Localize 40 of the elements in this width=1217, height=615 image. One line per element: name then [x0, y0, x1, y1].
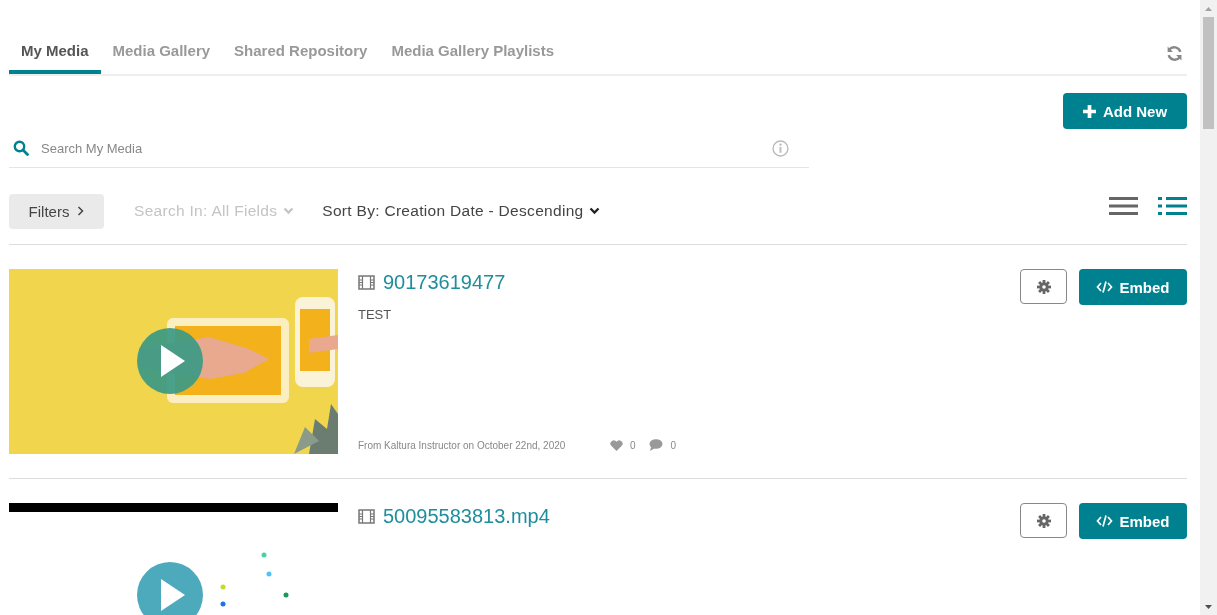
- scrollbar-thumb[interactable]: [1203, 17, 1214, 129]
- gear-icon: [1036, 279, 1051, 294]
- heart-icon[interactable]: [609, 439, 623, 451]
- scroll-up-icon[interactable]: [1205, 6, 1212, 11]
- code-icon: [1096, 281, 1114, 293]
- film-icon: [358, 509, 375, 524]
- embed-button[interactable]: Embed: [1079, 503, 1187, 539]
- refresh-icon[interactable]: [1166, 44, 1183, 62]
- settings-button[interactable]: [1020, 503, 1067, 538]
- media-author-date: From Kaltura Instructor on October 22nd, 2020: [358, 439, 566, 451]
- search-icon: [13, 140, 29, 156]
- film-icon: [358, 275, 375, 290]
- scroll-down-icon[interactable]: [1205, 604, 1212, 609]
- sort-dropdown[interactable]: Sort By: Creation Date - Descending: [322, 202, 601, 220]
- play-button[interactable]: [137, 562, 203, 615]
- list-view-icon[interactable]: [1109, 196, 1138, 216]
- plus-icon: [1082, 104, 1096, 118]
- search-field[interactable]: Search My Media: [41, 140, 772, 156]
- media-title-link[interactable]: 90173619477: [383, 271, 506, 294]
- media-description: TEST: [358, 307, 393, 322]
- tab[interactable]: Shared Repository: [222, 30, 380, 74]
- embed-button[interactable]: Embed: [1079, 269, 1187, 305]
- comment-icon[interactable]: [649, 439, 664, 451]
- chevron-right-icon: [77, 206, 85, 216]
- like-count: 0: [629, 439, 636, 451]
- gear-icon: [1036, 513, 1051, 528]
- media-title-link[interactable]: 50095583813.mp4: [383, 505, 550, 528]
- chevron-down-icon: [283, 207, 295, 215]
- chevron-down-icon: [589, 207, 601, 215]
- comment-count: 0: [670, 439, 676, 451]
- tab[interactable]: Media Gallery: [100, 30, 223, 74]
- filters-button[interactable]: Filters: [9, 193, 104, 229]
- info-icon[interactable]: [772, 139, 789, 157]
- tab[interactable]: Media Gallery Playlists: [379, 30, 567, 74]
- play-button[interactable]: [137, 328, 203, 394]
- tab[interactable]: My Media: [9, 30, 101, 74]
- code-icon: [1096, 515, 1114, 527]
- add-new-button[interactable]: Add New: [1063, 93, 1187, 129]
- detailed-list-icon[interactable]: [1158, 196, 1187, 216]
- settings-button[interactable]: [1020, 269, 1067, 304]
